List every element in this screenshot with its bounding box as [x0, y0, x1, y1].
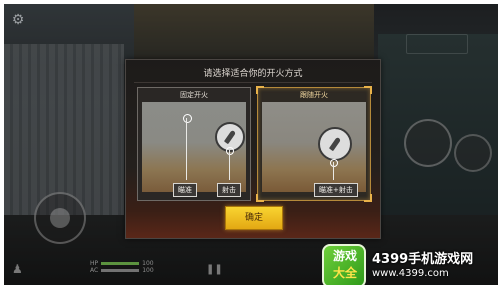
hp-bar — [101, 262, 140, 265]
dialog-title: 请选择适合你的开火方式 — [203, 69, 303, 79]
dialog-divider — [134, 82, 372, 83]
right-fire-button[interactable] — [404, 119, 452, 167]
watermark-logo: 游戏 大全 — [322, 244, 366, 285]
pause-icon[interactable]: ❚❚ — [206, 264, 223, 276]
shoot-touch-dot-icon — [330, 159, 338, 167]
shoot-touch-dot-icon — [226, 147, 234, 155]
ac-label: AC — [90, 267, 99, 274]
shoot-touch-line — [229, 150, 230, 180]
game-screen: ⚙ ♟ HP 100 AC 100 ❚❚ 请选择适合你的开火方式 固定开火 瞄准 射… — [4, 4, 498, 285]
selection-corner-icon — [256, 194, 264, 202]
ac-value: 100 — [142, 267, 154, 274]
aim-shoot-label: 瞄准+射击 — [314, 183, 358, 197]
aim-touch-line — [186, 118, 187, 180]
watermark: 游戏 大全 4399手机游戏网 www.4399.com — [322, 244, 498, 285]
confirm-button[interactable]: 确定 — [225, 206, 283, 230]
option-follow-fire[interactable]: 跟随开火 瞄准+射击 — [256, 86, 372, 202]
crouch-icon[interactable]: ♟ — [12, 262, 28, 282]
hp-status: HP 100 AC 100 — [90, 260, 154, 274]
option-label: 跟随开火 — [300, 91, 328, 99]
hp-label: HP — [90, 260, 99, 267]
settings-gear-icon[interactable]: ⚙ — [10, 12, 26, 28]
shoot-label: 射击 — [217, 183, 241, 197]
shoot-button-icon — [318, 127, 352, 161]
logo-text-bottom: 大全 — [332, 266, 357, 280]
option-fixed-fire[interactable]: 固定开火 瞄准 射击 — [137, 87, 251, 201]
ac-bar — [101, 269, 140, 272]
move-joystick[interactable] — [34, 192, 86, 244]
fire-mode-dialog: 请选择适合你的开火方式 固定开火 瞄准 射击 跟随开火 瞄准+射击 确定 — [125, 59, 381, 239]
watermark-url: www.4399.com — [372, 268, 449, 279]
option-preview: 瞄准 射击 — [142, 102, 246, 197]
selection-corner-icon — [364, 194, 372, 202]
hp-value: 100 — [142, 260, 154, 267]
logo-text-top: 游戏 — [332, 249, 357, 263]
aim-label: 瞄准 — [173, 183, 197, 197]
option-label: 固定开火 — [180, 91, 208, 99]
weapon-slot-icon[interactable] — [406, 34, 468, 54]
option-preview: 瞄准+射击 — [262, 102, 366, 197]
aim-touch-dot-icon — [183, 114, 192, 123]
jump-button[interactable] — [454, 134, 492, 172]
shoot-touch-line — [333, 162, 334, 180]
watermark-name: 4399手机游戏网 — [372, 252, 474, 267]
